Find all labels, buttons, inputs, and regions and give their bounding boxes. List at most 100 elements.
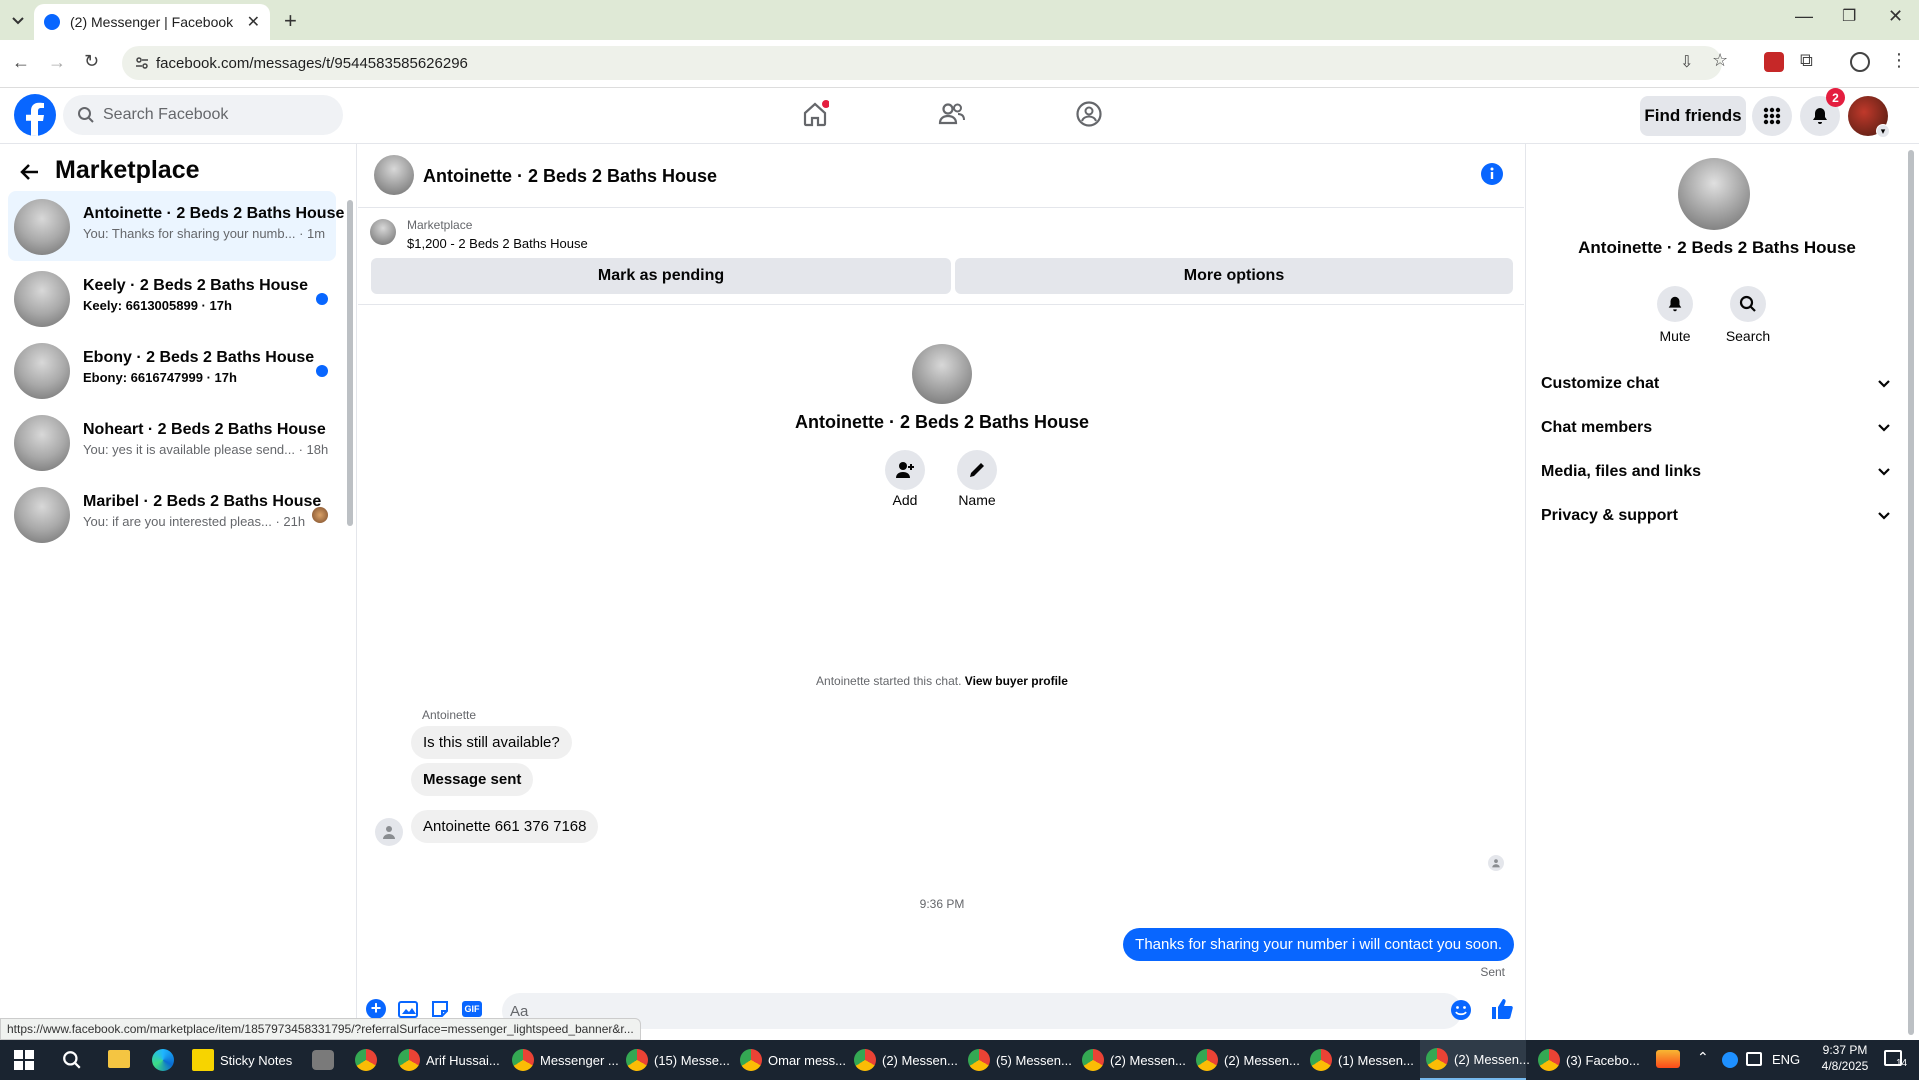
edge-browser-icon[interactable] — [152, 1049, 174, 1071]
more-actions-plus-icon[interactable]: + — [366, 999, 386, 1019]
taskbar-window[interactable]: Messenger ... — [512, 1040, 619, 1080]
add-person-icon[interactable] — [885, 450, 925, 490]
file-explorer-icon[interactable] — [108, 1050, 130, 1068]
reload-icon[interactable]: ↻ — [84, 51, 99, 72]
chat-started-notice: Antoinette started this chat. View buyer… — [642, 674, 1242, 688]
listing-avatar — [14, 199, 70, 255]
account-chevron-icon[interactable]: ▾ — [1876, 124, 1890, 138]
conversation-preview: You: yes it is available please send... … — [83, 442, 329, 457]
chat-members-section[interactable]: Chat members — [1541, 408, 1891, 448]
conversation-scrollbar[interactable] — [347, 200, 353, 526]
divider — [358, 304, 1524, 305]
attach-photo-icon[interactable] — [398, 999, 420, 1019]
tab-close-icon[interactable]: ✕ — [247, 12, 260, 32]
gif-icon[interactable]: GIF — [462, 1001, 482, 1017]
taskbar-window[interactable]: (5) Messen... — [968, 1040, 1072, 1080]
privacy-support-section[interactable]: Privacy & support — [1541, 496, 1891, 536]
conversation-item[interactable]: Noheart · 2 Beds 2 Baths House You: yes … — [8, 407, 336, 477]
chat-title[interactable]: Antoinette · 2 Beds 2 Baths House — [423, 166, 717, 187]
url-field[interactable]: facebook.com/messages/t/9544583585626296 — [122, 46, 1722, 80]
page-scrollbar[interactable] — [1908, 150, 1914, 1035]
taskbar-search-icon[interactable] — [62, 1050, 82, 1070]
install-app-icon[interactable]: ⇩ — [1680, 52, 1693, 72]
forward-icon[interactable]: → — [48, 52, 66, 73]
view-buyer-profile-link[interactable]: View buyer profile — [965, 674, 1068, 688]
taskbar-window[interactable]: (2) Messen... — [1196, 1040, 1300, 1080]
more-options-button[interactable]: More options — [955, 258, 1513, 294]
home-icon[interactable] — [801, 100, 829, 128]
emoji-icon[interactable] — [1450, 999, 1472, 1021]
chat-header-avatar[interactable] — [374, 155, 414, 195]
network-icon[interactable] — [1746, 1052, 1762, 1066]
taskbar-window[interactable]: (2) Messen... — [854, 1040, 958, 1080]
taskbar-window[interactable]: (2) Messen... — [1082, 1040, 1186, 1080]
mute-bell-icon[interactable] — [1657, 286, 1693, 322]
customize-chat-section[interactable]: Customize chat — [1541, 364, 1891, 404]
taskbar-label: (2) Messen... — [882, 1052, 958, 1068]
url-text: facebook.com/messages/t/9544583585626296 — [156, 54, 468, 72]
browser-menu-icon[interactable]: ⋮ — [1890, 50, 1908, 71]
groups-icon[interactable] — [1075, 100, 1103, 128]
conversation-item[interactable]: Maribel · 2 Beds 2 Baths House You: if a… — [8, 479, 336, 549]
sticker-icon[interactable] — [430, 999, 450, 1019]
marketplace-label: Marketplace — [407, 218, 473, 232]
listing-price-title[interactable]: $1,200 - 2 Beds 2 Baths House — [407, 236, 588, 251]
back-arrow-icon[interactable] — [18, 160, 42, 184]
clock[interactable]: 9:37 PM 4/8/2025 — [1810, 1043, 1880, 1073]
profile-icon[interactable] — [1850, 52, 1870, 72]
menu-grid-icon[interactable] — [1752, 96, 1792, 136]
taskbar-window[interactable]: (3) Facebo... — [1538, 1040, 1642, 1080]
conversation-preview: You: Thanks for sharing your numb... · 1… — [83, 226, 326, 241]
outgoing-message[interactable]: Thanks for sharing your number i will co… — [1123, 928, 1514, 961]
listing-thumbnail[interactable] — [370, 219, 396, 245]
message-input[interactable]: Aa — [502, 993, 1462, 1029]
browser-tab[interactable]: (2) Messenger | Facebook ✕ — [34, 4, 270, 40]
new-tab-icon[interactable]: + — [284, 8, 297, 34]
mute-label: Mute — [1659, 328, 1691, 344]
search-in-conversation-icon[interactable] — [1730, 286, 1766, 322]
chevron-down-icon — [1877, 465, 1891, 479]
extension-off-icon[interactable] — [1764, 52, 1784, 72]
incoming-message[interactable]: Is this still available? — [411, 726, 572, 759]
weather-icon[interactable] — [1656, 1050, 1680, 1068]
conversation-item[interactable]: Keely · 2 Beds 2 Baths House Keely: 6613… — [8, 263, 336, 333]
language-indicator[interactable]: ENG — [1772, 1052, 1800, 1067]
minimize-icon[interactable]: — — [1795, 6, 1813, 27]
tab-search-chevron-icon[interactable] — [8, 10, 28, 30]
find-friends-button[interactable]: Find friends — [1640, 96, 1746, 136]
show-hidden-icons-chevron-icon[interactable]: ⌃ — [1697, 1049, 1709, 1066]
chevron-down-icon — [1877, 509, 1891, 523]
chat-profile-name: Antoinette · 2 Beds 2 Baths House — [794, 412, 1090, 432]
edit-name-pencil-icon[interactable] — [957, 450, 997, 490]
incoming-message[interactable]: Antoinette 661 376 7168 — [411, 810, 599, 843]
incoming-message[interactable]: Message sent — [411, 763, 534, 796]
back-icon[interactable]: ← — [12, 52, 30, 73]
extensions-puzzle-icon[interactable]: ⧉ — [1800, 50, 1813, 71]
conversation-item[interactable]: Antoinette · 2 Beds 2 Baths House You: T… — [8, 191, 344, 261]
restore-icon[interactable]: ❐ — [1842, 6, 1856, 26]
chevron-down-icon — [1877, 377, 1891, 391]
like-thumbs-up-icon[interactable] — [1490, 997, 1514, 1021]
taskbar-window[interactable]: Arif Hussai... — [398, 1040, 502, 1080]
taskbar-sticky-notes[interactable]: Sticky Notes — [192, 1040, 302, 1080]
taskbar-window-active[interactable]: (2) Messen... — [1420, 1040, 1530, 1080]
taskbar-window[interactable]: (15) Messe... — [626, 1040, 730, 1080]
bookmark-star-icon[interactable]: ☆ — [1712, 50, 1728, 71]
media-files-links-section[interactable]: Media, files and links — [1541, 452, 1891, 492]
windows-start-icon[interactable] — [14, 1050, 34, 1070]
mark-as-pending-button[interactable]: Mark as pending — [371, 258, 951, 294]
tray-app-icon[interactable] — [1722, 1052, 1738, 1068]
taskbar-window[interactable]: Omar mess... — [740, 1040, 846, 1080]
conversation-name: Maribel · 2 Beds 2 Baths House — [83, 493, 322, 510]
app-icon[interactable] — [312, 1050, 334, 1070]
taskbar-window[interactable]: (1) Messen... — [1310, 1040, 1414, 1080]
facebook-search-input[interactable]: Search Facebook — [63, 95, 343, 135]
close-window-icon[interactable]: ✕ — [1888, 6, 1903, 27]
friends-icon[interactable] — [938, 100, 966, 128]
conversation-info-icon[interactable] — [1481, 163, 1503, 185]
conversation-item[interactable]: Ebony · 2 Beds 2 Baths House Ebony: 6616… — [8, 335, 336, 405]
listing-avatar — [14, 343, 70, 399]
chrome-icon[interactable] — [355, 1049, 377, 1071]
facebook-logo-icon[interactable] — [14, 94, 56, 136]
site-info-icon[interactable] — [134, 55, 150, 71]
